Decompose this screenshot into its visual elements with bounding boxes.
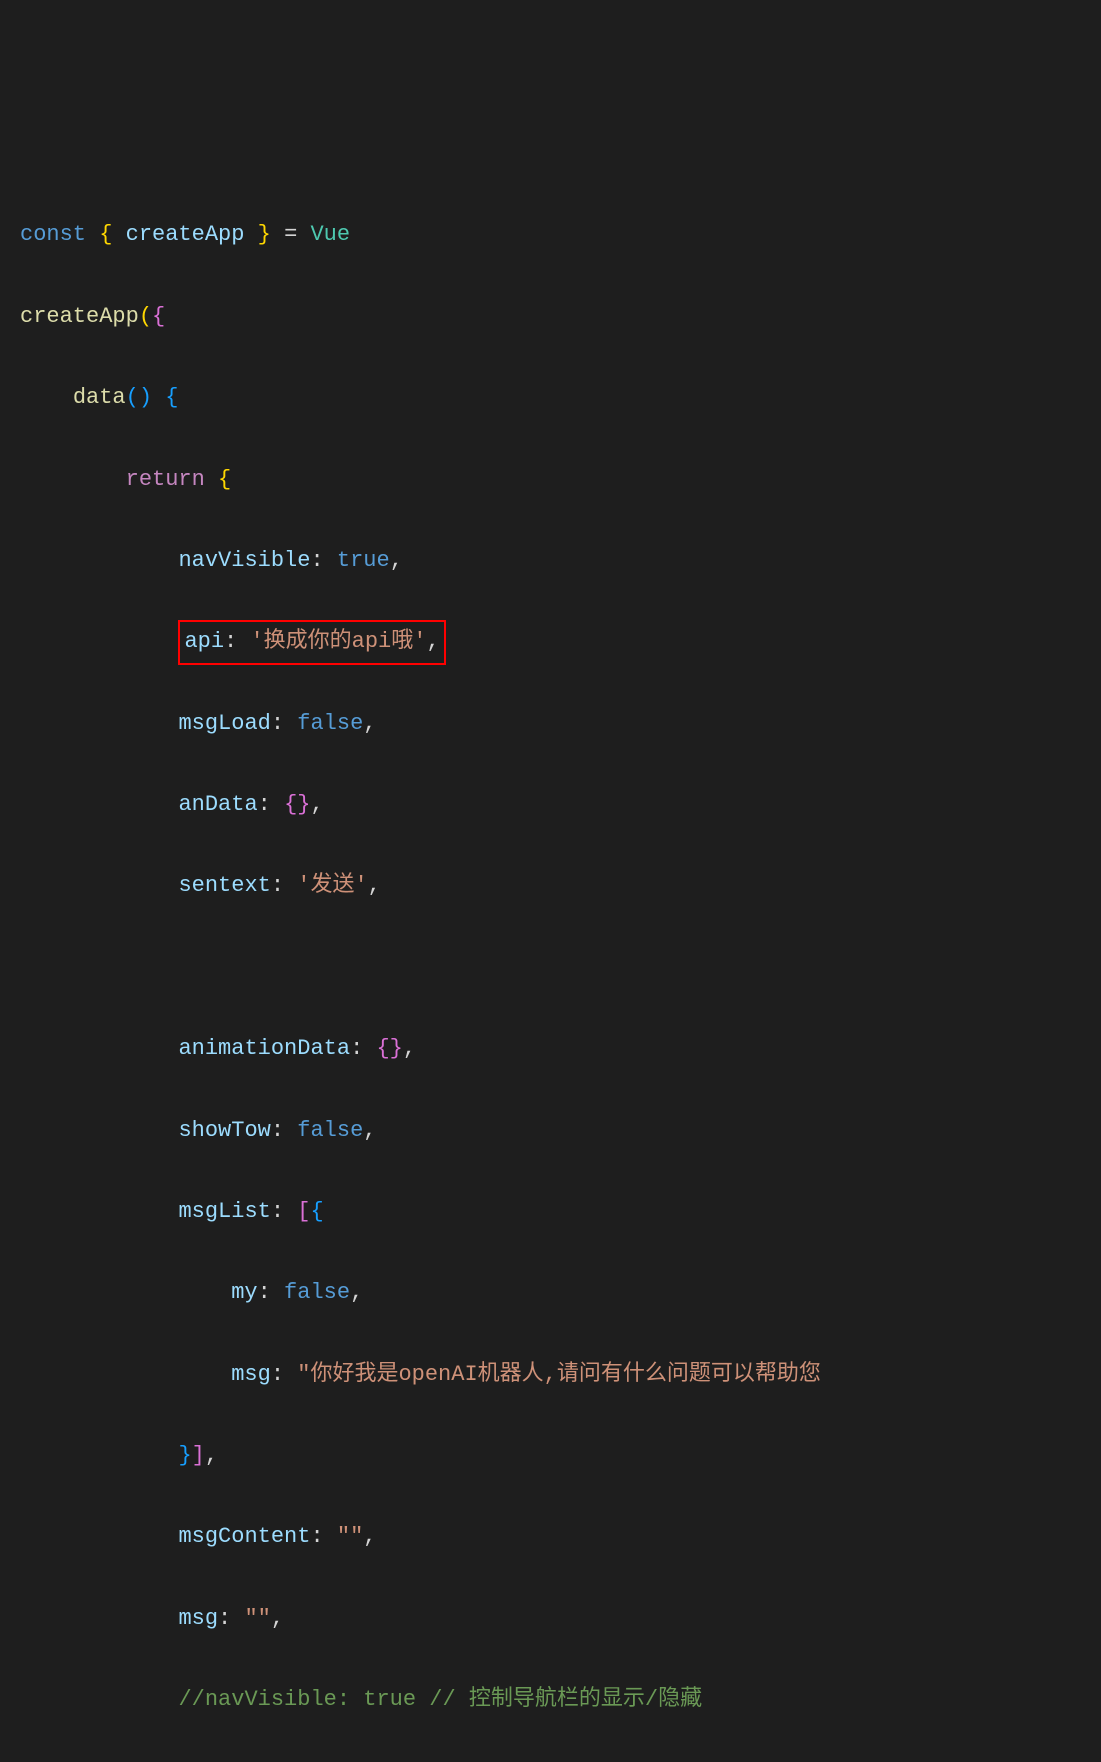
property-key: msg: [178, 1606, 218, 1631]
braces: {}: [376, 1036, 402, 1061]
identifier-vue: Vue: [310, 222, 350, 247]
colon: :: [310, 548, 323, 573]
comma: ,: [403, 1036, 416, 1061]
code-line-14: msg: "你好我是openAI机器人,请问有什么问题可以帮助您: [20, 1355, 1101, 1396]
code-line-2: createApp({: [20, 297, 1101, 338]
code-line-9: sentext: '发送',: [20, 866, 1101, 907]
code-line-6: api: '换成你的api哦',: [20, 622, 1101, 663]
code-line-4: return {: [20, 460, 1101, 501]
parens: (): [126, 385, 152, 410]
property-key: api: [184, 629, 224, 654]
comma: ,: [363, 1118, 376, 1143]
keyword-const: const: [20, 222, 86, 247]
property-key: msgContent: [178, 1524, 310, 1549]
brace: {: [218, 467, 231, 492]
colon: :: [310, 1524, 323, 1549]
method-name: data: [73, 385, 126, 410]
colon: :: [271, 711, 284, 736]
identifier: createApp: [126, 222, 245, 247]
colon: :: [271, 873, 284, 898]
boolean-value: false: [297, 711, 363, 736]
comma: ,: [363, 1524, 376, 1549]
colon: :: [271, 1199, 284, 1224]
string-value: "": [337, 1524, 363, 1549]
code-editor[interactable]: const { createApp } = Vue createApp({ da…: [20, 175, 1101, 1762]
boolean-value: false: [284, 1280, 350, 1305]
colon: :: [350, 1036, 363, 1061]
colon: :: [271, 1362, 284, 1387]
brace: {: [99, 222, 112, 247]
colon: :: [271, 1118, 284, 1143]
comma: ,: [390, 548, 403, 573]
comma: ,: [426, 629, 439, 654]
property-key: msgLoad: [178, 711, 270, 736]
code-line-7: msgLoad: false,: [20, 704, 1101, 745]
colon: :: [258, 1280, 271, 1305]
code-line-5: navVisible: true,: [20, 541, 1101, 582]
paren: (: [139, 304, 152, 329]
string-value: "你好我是openAI机器人,请问有什么问题可以帮助您: [297, 1362, 821, 1387]
comma: ,: [363, 711, 376, 736]
code-line-8: anData: {},: [20, 785, 1101, 826]
code-line-10: animationData: {},: [20, 1029, 1101, 1070]
brace: {: [165, 385, 178, 410]
braces: {}: [284, 792, 310, 817]
comma: ,: [310, 792, 323, 817]
function-call: createApp: [20, 304, 139, 329]
comma: ,: [350, 1280, 363, 1305]
code-line-3: data() {: [20, 378, 1101, 419]
code-line-15: }],: [20, 1436, 1101, 1477]
property-key: anData: [178, 792, 257, 817]
code-line-16: msgContent: "",: [20, 1517, 1101, 1558]
boolean-value: false: [297, 1118, 363, 1143]
string-value: '发送': [297, 873, 367, 898]
code-line-17: msg: "",: [20, 1599, 1101, 1640]
property-key: showTow: [178, 1118, 270, 1143]
keyword-return: return: [126, 467, 205, 492]
bracket: [: [297, 1199, 310, 1224]
comment: //navVisible: true // 控制导航栏的显示/隐藏: [178, 1687, 702, 1712]
colon: :: [258, 792, 271, 817]
code-line-13: my: false,: [20, 1273, 1101, 1314]
highlighted-api-line: api: '换成你的api哦',: [178, 620, 445, 665]
bracket: ]: [192, 1443, 205, 1468]
comma: ,: [368, 873, 381, 898]
property-key: msgList: [178, 1199, 270, 1224]
string-value: "": [244, 1606, 270, 1631]
code-line-11: showTow: false,: [20, 1111, 1101, 1152]
brace: {: [310, 1199, 323, 1224]
boolean-value: true: [337, 548, 390, 573]
comma: ,: [205, 1443, 218, 1468]
code-line-12: msgList: [{: [20, 1192, 1101, 1233]
brace: {: [152, 304, 165, 329]
property-key: my: [231, 1280, 257, 1305]
code-line-18: //navVisible: true // 控制导航栏的显示/隐藏: [20, 1680, 1101, 1721]
property-key: sentext: [178, 873, 270, 898]
code-line-blank: [20, 948, 1101, 989]
colon: :: [218, 1606, 231, 1631]
property-key: navVisible: [178, 548, 310, 573]
string-value: '换成你的api哦': [250, 629, 426, 654]
code-line-1: const { createApp } = Vue: [20, 215, 1101, 256]
comma: ,: [271, 1606, 284, 1631]
brace: }: [258, 222, 271, 247]
brace: }: [178, 1443, 191, 1468]
property-key: animationData: [178, 1036, 350, 1061]
colon: :: [224, 629, 237, 654]
property-key: msg: [231, 1362, 271, 1387]
operator: =: [284, 222, 297, 247]
